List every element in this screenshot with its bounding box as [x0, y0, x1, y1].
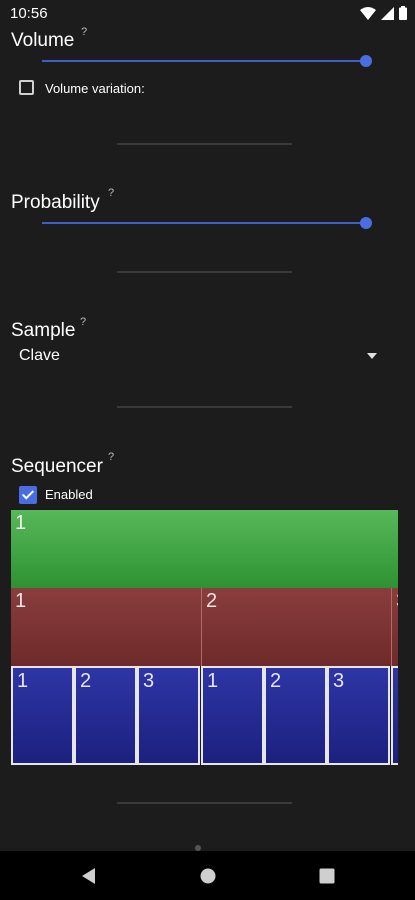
recents-button[interactable]: [297, 851, 357, 900]
volume-slider[interactable]: [42, 51, 372, 71]
sequencer-cell[interactable]: 1: [11, 666, 74, 765]
probability-title: Probability: [11, 192, 100, 213]
sequencer-title: Sequencer: [11, 456, 103, 477]
sequencer-cell-label: 3: [333, 670, 345, 692]
sample-help-icon[interactable]: ?: [80, 316, 86, 328]
sample-dropdown-value: Clave: [19, 347, 60, 364]
dropdown-arrow-icon: [367, 353, 377, 359]
sequencer-cell-label: 1: [17, 670, 29, 692]
volume-variation-checkbox[interactable]: [19, 80, 34, 95]
volume-slider-thumb[interactable]: [360, 55, 372, 67]
recents-square-icon: [319, 868, 335, 883]
volume-title: Volume: [11, 30, 75, 51]
status-icons: [360, 4, 407, 22]
sequencer-row-2: 1 2 3: [11, 588, 398, 666]
probability-help-icon[interactable]: ?: [108, 187, 114, 199]
divider-2: [117, 271, 292, 273]
back-button[interactable]: [58, 851, 118, 900]
sequencer-cell[interactable]: 1: [11, 510, 398, 588]
home-button[interactable]: [178, 851, 238, 900]
sequencer-cell[interactable]: 1: [201, 666, 264, 765]
sequencer-cell-label: 1: [397, 670, 398, 693]
probability-slider-track: [42, 222, 366, 224]
sequencer-cell-label: 2: [80, 670, 92, 692]
battery-icon: [399, 6, 407, 20]
sequencer-enabled-label: Enabled: [45, 487, 93, 502]
sequencer-row-3: 1 2 3 1 2 3 1: [11, 666, 398, 765]
home-circle-icon: [200, 868, 216, 883]
sequencer-cell[interactable]: 3: [327, 666, 390, 765]
sequencer-help-icon[interactable]: ?: [108, 451, 114, 463]
sequencer-cell[interactable]: 3: [391, 588, 398, 666]
navigation-bar: [0, 851, 415, 900]
sequencer-cell[interactable]: 1: [391, 666, 398, 765]
divider-3: [117, 406, 292, 408]
sequencer-cell[interactable]: 3: [137, 666, 200, 765]
sequencer-cell-label: 3: [143, 670, 155, 692]
sequencer-cell[interactable]: 2: [201, 588, 391, 666]
sequencer-cell-label: 3: [396, 590, 398, 613]
sequencer-row-1: 1: [11, 510, 398, 588]
status-time: 10:56: [10, 5, 48, 22]
sequencer-grid[interactable]: 1 1 2 3 1 2 3 1 2 3 1: [11, 510, 398, 765]
sample-dropdown[interactable]: Clave: [11, 342, 386, 370]
sequencer-cell[interactable]: 2: [74, 666, 137, 765]
volume-help-icon[interactable]: ?: [81, 26, 87, 38]
signal-icon: [381, 6, 394, 20]
sequencer-cell-label: 1: [15, 590, 27, 612]
sequencer-cell[interactable]: 1: [11, 588, 201, 666]
volume-slider-track: [42, 60, 366, 62]
probability-slider-thumb[interactable]: [360, 217, 372, 229]
sample-title: Sample: [11, 320, 76, 341]
sequencer-enabled-checkbox[interactable]: [19, 486, 37, 504]
sequencer-cell-label: 2: [270, 670, 282, 692]
back-triangle-icon: [82, 867, 95, 884]
sequencer-cell-label: 1: [15, 512, 27, 534]
probability-slider[interactable]: [42, 213, 372, 233]
sequencer-cell[interactable]: 2: [264, 666, 327, 765]
sequencer-cell-label: 1: [207, 670, 219, 692]
divider-4: [117, 802, 292, 804]
wifi-icon: [360, 6, 376, 20]
divider-1: [117, 143, 292, 145]
status-bar: 10:56: [0, 0, 415, 26]
volume-variation-label: Volume variation:: [45, 81, 145, 96]
sequencer-cell-label: 2: [206, 590, 218, 612]
